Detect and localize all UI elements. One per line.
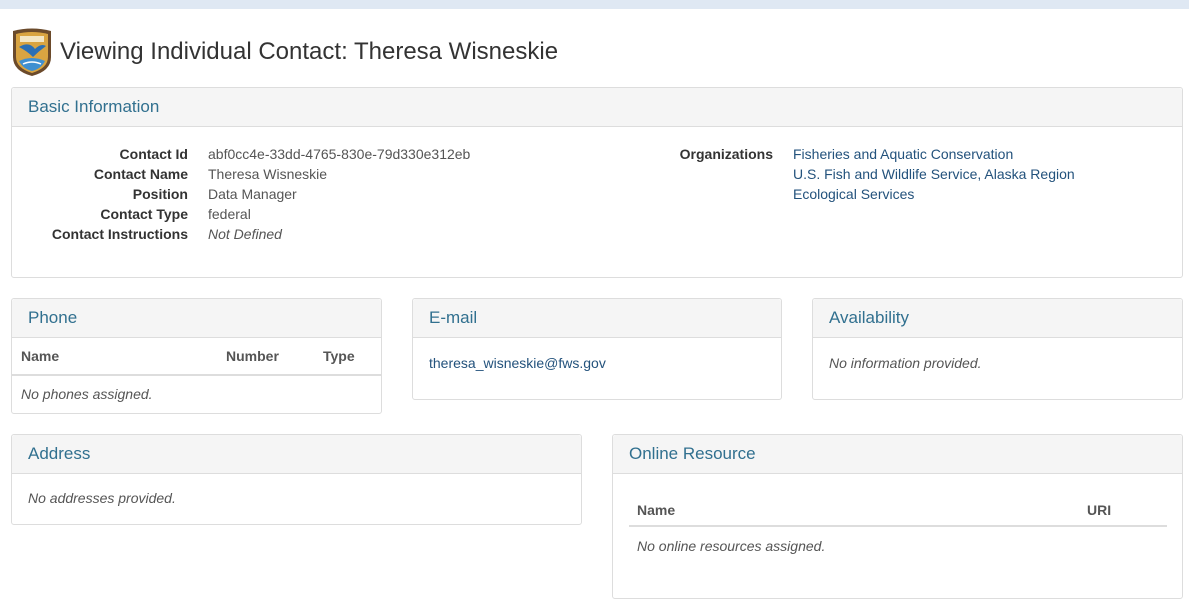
phone-panel: Phone Name Number Type No phones assigne… — [11, 298, 382, 414]
usfws-shield-logo-icon — [13, 28, 51, 76]
contact-name-label: Contact Name — [93, 166, 188, 182]
phone-col-number: Number — [217, 338, 314, 376]
organizations-list: Organizations Fisheries and Aquatic Cons… — [572, 144, 1075, 202]
phone-table: Name Number Type No phones assigned. — [12, 338, 381, 412]
contact-instructions-value: Not Defined — [208, 226, 282, 242]
online-resource-panel: Online Resource Name URI No online resou… — [612, 434, 1183, 599]
table-row: No phones assigned. — [12, 375, 381, 412]
contact-id-value: abf0cc4e-33dd-4765-830e-79d330e312eb — [208, 146, 471, 162]
online-resource-table: Name URI No online resources assigned. — [629, 495, 1167, 565]
contact-instructions-row: Contact Instructions Not Defined — [12, 224, 470, 244]
position-label: Position — [132, 186, 188, 202]
online-col-uri: URI — [1079, 495, 1167, 527]
organization-link-usfws-alaska[interactable]: U.S. Fish and Wildlife Service, Alaska R… — [793, 164, 1075, 184]
phone-empty-message: No phones assigned. — [21, 386, 153, 402]
contact-id-label: Contact Id — [119, 146, 188, 162]
contact-id-row: Contact Id abf0cc4e-33dd-4765-830e-79d330… — [12, 144, 471, 164]
phone-col-type: Type — [314, 338, 381, 376]
availability-heading: Availability — [813, 299, 1182, 338]
availability-panel: Availability No information provided. — [812, 298, 1183, 400]
email-heading: E-mail — [413, 299, 781, 338]
online-resource-heading: Online Resource — [613, 435, 1182, 474]
page-header: Viewing Individual Contact: Theresa Wisn… — [11, 27, 558, 77]
organization-link-fisheries[interactable]: Fisheries and Aquatic Conservation — [793, 144, 1075, 164]
page-title: Viewing Individual Contact: Theresa Wisn… — [60, 38, 559, 65]
contact-instructions-label: Contact Instructions — [51, 226, 188, 242]
availability-empty-message: No information provided. — [829, 355, 982, 371]
top-bar — [0, 0, 1189, 9]
online-col-name: Name — [629, 495, 1079, 527]
position-value: Data Manager — [208, 186, 297, 202]
organizations-row: Organizations Fisheries and Aquatic Cons… — [572, 144, 1075, 202]
contact-type-value: federal — [208, 206, 251, 222]
contact-name-row: Contact Name Theresa Wisneskie — [12, 164, 470, 184]
online-resource-empty-message: No online resources assigned. — [637, 538, 826, 554]
address-panel: Address No addresses provided. — [11, 434, 582, 525]
phone-col-name: Name — [12, 338, 217, 376]
position-row: Position Data Manager — [12, 184, 470, 204]
email-panel: E-mail theresa_wisneskie@fws.gov — [412, 298, 782, 400]
contact-type-row: Contact Type federal — [12, 204, 470, 224]
organization-link-ecological-services[interactable]: Ecological Services — [793, 184, 1075, 204]
address-heading: Address — [12, 435, 581, 474]
contact-name-value: Theresa Wisneskie — [208, 166, 328, 182]
contact-type-label: Contact Type — [100, 206, 188, 222]
online-resource-table-header: Name URI — [629, 495, 1167, 527]
phone-table-header: Name Number Type — [12, 338, 381, 376]
basic-information-heading: Basic Information — [12, 88, 1182, 127]
basic-information-panel: Basic Information Contact Id abf0cc4e-33d… — [11, 87, 1183, 278]
organizations-label: Organizations — [679, 146, 773, 162]
address-empty-message: No addresses provided. — [28, 490, 176, 506]
table-row: No online resources assigned. — [629, 526, 1167, 565]
contact-details-list: Contact Id abf0cc4e-33dd-4765-830e-79d330… — [12, 144, 470, 244]
phone-heading: Phone — [12, 299, 381, 338]
email-link[interactable]: theresa_wisneskie@fws.gov — [429, 355, 606, 371]
organization-links: Fisheries and Aquatic Conservation U.S. … — [793, 144, 1075, 204]
